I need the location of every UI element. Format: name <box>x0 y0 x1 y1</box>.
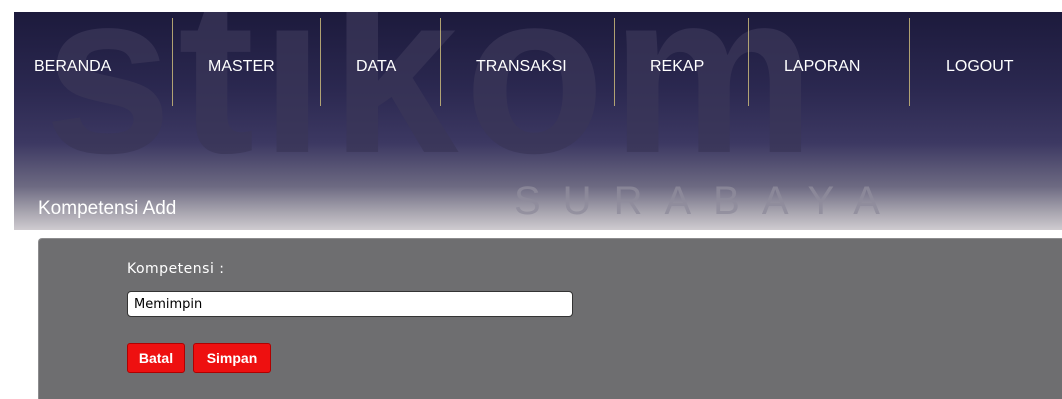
nav-item-transaksi[interactable]: TRANSAKSI <box>476 12 567 122</box>
save-button[interactable]: Simpan <box>193 343 271 373</box>
main-nav: BERANDA MASTER DATA TRANSAKSI REKAP LAPO… <box>14 12 1062 122</box>
kompetensi-input[interactable] <box>127 291 573 317</box>
nav-separator <box>748 18 749 106</box>
nav-separator <box>614 18 615 106</box>
app-container: stikom SURABAYA BERANDA MASTER DATA TRAN… <box>14 0 1062 399</box>
kompetensi-label: Kompetensi : <box>127 261 225 277</box>
form-panel: Kompetensi : Batal Simpan <box>38 238 1062 399</box>
nav-separator <box>909 18 910 106</box>
nav-item-rekap[interactable]: REKAP <box>650 12 704 122</box>
nav-item-master[interactable]: MASTER <box>208 12 275 122</box>
header: stikom SURABAYA BERANDA MASTER DATA TRAN… <box>14 12 1062 230</box>
page-title: Kompetensi Add <box>38 198 177 219</box>
nav-item-data[interactable]: DATA <box>356 12 396 122</box>
nav-separator <box>172 18 173 106</box>
nav-item-beranda[interactable]: BERANDA <box>34 12 111 122</box>
nav-separator <box>320 18 321 106</box>
watermark-subtext: SURABAYA <box>514 179 902 222</box>
nav-item-laporan[interactable]: LAPORAN <box>784 12 860 122</box>
page-margin <box>0 0 14 392</box>
nav-separator <box>440 18 441 106</box>
cancel-button[interactable]: Batal <box>127 343 185 373</box>
nav-item-logout[interactable]: LOGOUT <box>946 12 1014 122</box>
